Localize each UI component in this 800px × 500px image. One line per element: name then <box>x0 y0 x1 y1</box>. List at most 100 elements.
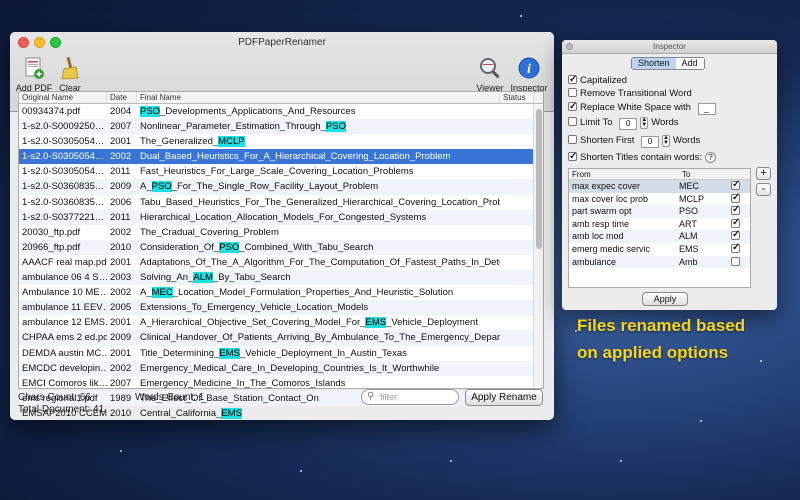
status-cell <box>500 361 534 376</box>
replace-white-space-field[interactable]: _ <box>697 103 716 115</box>
final-name-cell: Emergency_Medical_Care_In_Developing_Cou… <box>137 361 500 376</box>
clear-button[interactable]: Clear <box>48 56 92 93</box>
date-cell: 2002 <box>110 362 132 374</box>
mapping-from: amb loc mod <box>572 231 624 242</box>
limit-to-field[interactable]: 0 <box>619 118 638 130</box>
mapping-from: max cover loc prob <box>572 193 649 204</box>
add-mapping-button[interactable]: + <box>756 167 771 180</box>
table-row[interactable]: 1-s2.0-S0360835… 2006 Tabu_Based_Heuristic… <box>19 195 543 210</box>
shorten-first-words-label: Words <box>673 135 701 146</box>
inspector-button[interactable]: i Inspector <box>507 56 551 93</box>
table-row[interactable]: ambulance 06 4 S… 2003 Solving_An_ALM_By_T… <box>19 270 543 286</box>
inspector-close-icon[interactable] <box>566 43 573 50</box>
table-row[interactable]: ambulance 12 EMS… 2001 A_Hierarchical_Obje… <box>19 315 543 330</box>
table-row[interactable]: 00934374.pdf 2004 PSO_Developments_Applica… <box>19 104 543 119</box>
table-row[interactable]: DEMDA austin MC… 2001 Title_Determining_EM… <box>19 346 543 361</box>
table-row[interactable]: 1-s2.0-S0377221… 2011 Hierarchical_Locatio… <box>19 209 543 225</box>
mapping-row[interactable]: amb loc mod ALM <box>569 229 750 243</box>
replace-white-space-option[interactable]: Replace White Space with _ <box>568 100 716 115</box>
mapping-row[interactable]: amb resp time ART <box>569 217 750 231</box>
table-row[interactable]: CHPAA ems 2 ed.pdf 2009 Clinical_Handover_… <box>19 330 543 346</box>
close-button[interactable] <box>18 37 29 48</box>
scrollbar-thumb[interactable] <box>536 109 542 249</box>
mapping-row[interactable]: part swarm opt PSO <box>569 204 750 218</box>
shorten-first-option[interactable]: Shorten First 0 ▲ ▼ Words <box>568 134 701 148</box>
mapping-enabled-checkbox[interactable] <box>731 179 740 192</box>
table-row[interactable]: EMCI Comoros lik… 2007 Emergency_Medicine_… <box>19 376 543 391</box>
words-count: Words Count: 1 <box>135 392 205 403</box>
filter-search-field[interactable]: ⚲ filter <box>361 389 459 405</box>
apply-rename-button[interactable]: Apply Rename <box>465 389 543 406</box>
mapping-row[interactable]: max cover loc prob MCLP <box>569 192 750 206</box>
inspector-apply-button[interactable]: Apply <box>642 292 688 306</box>
shorten-first-checkbox[interactable] <box>568 135 577 144</box>
filter-placeholder: filter <box>380 392 398 402</box>
table-row[interactable]: 1-s2.0-S0305054… 2011 Fast_Heuristics_For_… <box>19 164 543 179</box>
replace-white-space-checkbox[interactable] <box>568 100 577 113</box>
status-cell <box>500 285 534 300</box>
table-row[interactable]: 1-s2.0-S0360835… 2009 A_PSO_For_The_Single… <box>19 179 543 195</box>
column-from[interactable]: From <box>569 169 679 179</box>
table-row[interactable]: 1-s2.0-S0009250… 2007 Nonlinear_Parameter_… <box>19 119 543 135</box>
capitalized-checkbox[interactable] <box>568 73 577 86</box>
date-cell: 2007 <box>110 121 132 133</box>
mapping-header: From To <box>569 169 750 180</box>
column-status[interactable]: Status <box>500 92 534 103</box>
help-icon[interactable]: ? <box>704 152 716 163</box>
remove-transitional-checkbox[interactable] <box>568 88 577 97</box>
date-cell: 2001 <box>110 136 132 148</box>
final-name-text: Emergency_Medical_Care_In_Developing_Cou… <box>140 362 440 374</box>
capitalized-option[interactable]: Capitalized <box>568 73 627 87</box>
remove-mapping-button[interactable]: - <box>756 183 771 196</box>
shorten-titles-option[interactable]: Shorten Titles contain words:? <box>568 150 716 164</box>
column-to[interactable]: To <box>679 169 731 179</box>
table-row[interactable]: AAACF real map.pdf 2001 Adaptations_Of_The… <box>19 255 543 270</box>
minimize-button[interactable] <box>34 37 45 48</box>
mapping-check-cell <box>731 256 746 269</box>
mapping-enabled-checkbox[interactable] <box>731 229 740 242</box>
mapping-enabled-checkbox[interactable] <box>731 242 740 255</box>
mapping-enabled-checkbox[interactable] <box>731 204 740 217</box>
final-name-cell: Clinical_Handover_Of_Patients_Arriving_B… <box>137 330 500 345</box>
status-cell <box>500 179 534 194</box>
limit-to-stepper[interactable]: ▲ ▼ <box>640 117 649 129</box>
remove-transitional-option[interactable]: Remove Transitional Word <box>568 87 692 100</box>
table-row[interactable]: 1-s2.0-S0305054… 2002 Dual_Based_Heuristic… <box>19 149 543 165</box>
status-cell <box>500 225 534 240</box>
table-row[interactable]: 20966_ftp.pdf 2010 Consideration_Of_PSO_Co… <box>19 239 543 255</box>
shorten-first-field[interactable]: 0 <box>641 136 660 148</box>
mapping-row[interactable]: emerg medic servic EMS <box>569 242 750 256</box>
original-name-cell: 1-s2.0-S0360835… <box>22 181 105 193</box>
table-row[interactable]: 1-s2.0-S0305054… 2001 The_Generalized_MCLP <box>19 134 543 149</box>
limit-to-option[interactable]: Limit To 0 ▲ ▼ Words <box>568 116 678 130</box>
mapping-row[interactable]: max expec cover MEC <box>569 179 750 193</box>
table-row[interactable]: ambulance 11 EEV… 2005 Extensions_To_Emerg… <box>19 300 543 316</box>
final-name-cell: Adaptations_Of_The_A_Algorithm_For_The_C… <box>137 255 500 270</box>
table-row[interactable]: Ambulance 10 ME… 2002 A_MEC_Location_Model… <box>19 285 543 300</box>
abbreviation-highlight: EMS <box>365 317 387 329</box>
limit-to-label: Limit To <box>580 117 613 128</box>
shorten-titles-checkbox[interactable] <box>568 150 577 163</box>
final-name-text: _Combined_With_Tabu_Search <box>239 241 374 253</box>
zoom-button[interactable] <box>50 37 61 48</box>
mapping-enabled-checkbox[interactable] <box>731 217 740 229</box>
vertical-scrollbar[interactable] <box>533 105 543 387</box>
limit-to-checkbox[interactable] <box>568 117 577 126</box>
column-date[interactable]: Date <box>107 92 137 103</box>
shorten-first-label: Shorten First <box>580 135 635 146</box>
mapping-enabled-checkbox[interactable] <box>731 256 740 266</box>
original-name-cell: AAACF real map.pdf <box>22 256 107 268</box>
final-name-cell: Central_California_EMS <box>137 406 500 420</box>
column-final-name[interactable]: Final Name <box>137 92 500 103</box>
date-cell: 2009 <box>110 181 132 193</box>
column-original-name[interactable]: Original Name <box>19 92 107 103</box>
mapping-row[interactable]: ambulance Amb <box>569 255 750 269</box>
table-row[interactable]: EMCDC developin… 2002 Emergency_Medical_Ca… <box>19 360 543 376</box>
background-star <box>120 450 122 452</box>
tab-add[interactable]: Add <box>675 58 704 69</box>
table-row[interactable]: 20030_ftp.pdf 2002 The_Cradual_Covering_Pr… <box>19 225 543 240</box>
shorten-first-stepper[interactable]: ▲ ▼ <box>662 135 671 147</box>
viewer-button[interactable]: Viewer <box>468 56 512 93</box>
tab-shorten[interactable]: Shorten <box>632 58 676 69</box>
mapping-enabled-checkbox[interactable] <box>731 192 740 204</box>
